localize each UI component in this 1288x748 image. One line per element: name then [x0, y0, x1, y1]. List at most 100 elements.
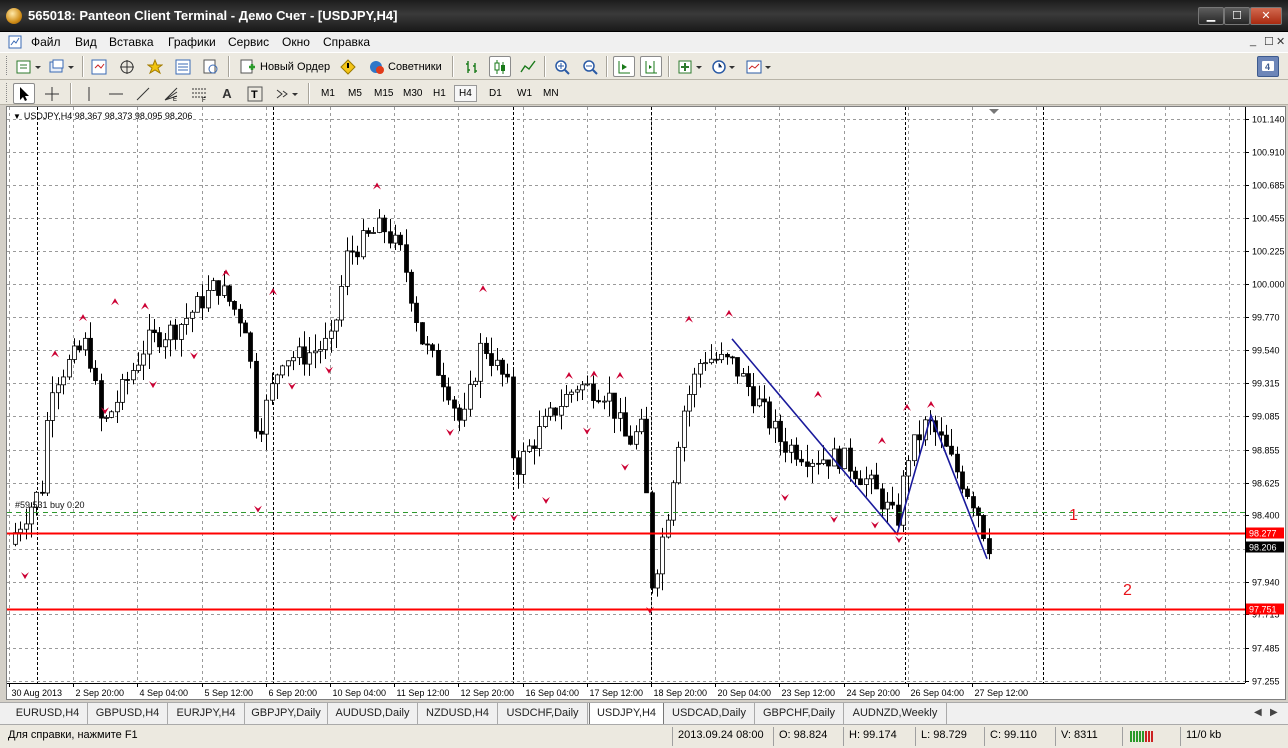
timeframe-w1[interactable]: W1: [512, 85, 537, 102]
timeframe-m1[interactable]: M1: [316, 85, 340, 102]
toolbar-grip[interactable]: [6, 83, 9, 102]
fractal-up-icon: [878, 437, 886, 445]
close-button[interactable]: ✕: [1250, 7, 1282, 25]
candle-bull: [109, 411, 114, 418]
fibonacci-icon[interactable]: F: [188, 83, 210, 104]
chart-menu-icon[interactable]: ▼: [13, 112, 21, 121]
timeframe-h1[interactable]: H1: [428, 85, 451, 102]
candle-bull: [195, 296, 200, 313]
candle-bull: [275, 374, 280, 385]
text-label-icon[interactable]: T: [244, 83, 266, 104]
tab-nzdusd-h4[interactable]: NZDUSD,H4: [418, 703, 498, 724]
candle-bull: [147, 329, 152, 355]
text-icon[interactable]: A: [216, 83, 238, 104]
tab-gbpusd-h4[interactable]: GBPUSD,H4: [88, 703, 168, 724]
timeframe-m15[interactable]: M15: [369, 85, 398, 102]
menu-tools[interactable]: Сервис: [228, 35, 269, 49]
maximize-button[interactable]: ☐: [1224, 7, 1250, 25]
tab-audusd-daily[interactable]: AUDUSD,Daily: [328, 703, 418, 724]
chart-window[interactable]: 101.140 100.910 100.685 100.455 100.225 100.0…: [6, 106, 1286, 700]
candle-bear: [553, 407, 558, 416]
line-chart-icon[interactable]: [517, 56, 539, 77]
menu-insert[interactable]: Вставка: [109, 35, 154, 49]
candle-bull: [264, 399, 269, 435]
trendline-icon[interactable]: [132, 83, 154, 104]
navigator-icon[interactable]: [144, 56, 166, 77]
candle-bear: [767, 401, 772, 429]
menu-help[interactable]: Справка: [323, 35, 370, 49]
notifications-icon[interactable]: 4: [1257, 56, 1279, 77]
periods-icon[interactable]: [709, 56, 739, 77]
price-label: 99.540: [1252, 346, 1280, 356]
time-label: 11 Sep 12:00: [397, 688, 450, 698]
vertical-line-icon[interactable]: [78, 83, 100, 104]
zoom-out-icon[interactable]: [579, 56, 601, 77]
candle-bear: [735, 357, 740, 377]
tab-scroll-right-icon[interactable]: ▶: [1270, 707, 1278, 718]
candle-bear: [628, 435, 633, 445]
candle-bull: [709, 358, 714, 364]
strategy-tester-icon[interactable]: [200, 56, 222, 77]
tab-eurjpy-h4[interactable]: EURJPY,H4: [168, 703, 245, 724]
timeframe-d1[interactable]: D1: [484, 85, 507, 102]
time-label: 12 Sep 20:00: [461, 688, 515, 698]
candlestick-icon[interactable]: [489, 56, 511, 77]
chart-shift-icon[interactable]: [640, 56, 662, 77]
tab-gbpjpy-daily[interactable]: GBPJPY,Daily: [245, 703, 328, 724]
candle-bear: [955, 453, 960, 473]
candle-bull: [548, 407, 553, 417]
menu-file[interactable]: Файл: [31, 35, 61, 49]
horizontal-line-icon[interactable]: [105, 83, 127, 104]
fractal-up-icon: [927, 400, 935, 408]
new-chart-icon[interactable]: [14, 56, 44, 77]
candle-bull: [906, 460, 911, 477]
data-window-icon[interactable]: [116, 56, 138, 77]
arrows-icon[interactable]: [272, 83, 302, 104]
experts-button[interactable]: Советники: [364, 56, 448, 77]
candle-bear: [452, 399, 457, 409]
candle-bear: [516, 457, 521, 475]
timeframe-mn[interactable]: MN: [538, 85, 564, 102]
fibonacci-fan-icon[interactable]: E: [160, 83, 182, 104]
tab-scroll-left-icon[interactable]: ◀: [1254, 707, 1262, 718]
crosshair-icon[interactable]: [41, 83, 63, 104]
tab-audnzd-weekly[interactable]: AUDNZD,Weekly: [844, 703, 947, 724]
bar-chart-icon[interactable]: [461, 56, 483, 77]
zoom-in-icon[interactable]: [551, 56, 573, 77]
timeframe-m5[interactable]: M5: [343, 85, 367, 102]
timeframe-m30[interactable]: M30: [398, 85, 427, 102]
toolbar-grip[interactable]: [6, 56, 9, 75]
chart-shift-marker-icon: [989, 109, 999, 114]
tab-eurusd-h4[interactable]: EURUSD,H4: [8, 703, 88, 724]
profiles-icon[interactable]: [47, 56, 77, 77]
tab-usdjpy-h4[interactable]: USDJPY,H4: [589, 703, 664, 725]
menu-window[interactable]: Окно: [282, 35, 310, 49]
tab-gbpchf-daily[interactable]: GBPCHF,Daily: [755, 703, 844, 724]
fractal-down-icon: [871, 521, 879, 529]
metaeditor-icon[interactable]: [337, 56, 359, 77]
tab-usdcad-daily[interactable]: USDCAD,Daily: [664, 703, 755, 724]
candle-bear: [93, 367, 98, 382]
mdi-restore-button[interactable]: ☐: [1264, 35, 1274, 48]
mdi-minimize-button[interactable]: _: [1250, 35, 1256, 47]
price-chart[interactable]: 101.140 100.910 100.685 100.455 100.225 100.0…: [7, 107, 1285, 699]
market-watch-icon[interactable]: [88, 56, 110, 77]
price-label: 100.910: [1252, 148, 1285, 158]
new-order-button[interactable]: Новый Ордер: [235, 56, 333, 77]
mdi-close-button[interactable]: ✕: [1276, 35, 1285, 48]
cursor-icon[interactable]: [13, 83, 35, 104]
order-label[interactable]: #59 531 buy 0.20: [15, 500, 85, 510]
indicators-icon[interactable]: [676, 56, 706, 77]
menu-charts[interactable]: Графики: [168, 35, 216, 49]
menu-view[interactable]: Вид: [75, 35, 97, 49]
chart-window-icon[interactable]: [8, 35, 22, 49]
templates-icon[interactable]: [744, 56, 774, 77]
minimize-button[interactable]: ▁: [1198, 7, 1224, 25]
autoscroll-icon[interactable]: [613, 56, 635, 77]
candle-bull: [655, 573, 660, 589]
terminal-icon[interactable]: [172, 56, 194, 77]
tab-usdchf-daily[interactable]: USDCHF,Daily: [498, 703, 588, 724]
candle-bull: [50, 392, 55, 421]
candle-bear: [88, 337, 93, 369]
timeframe-h4[interactable]: H4: [454, 85, 477, 102]
